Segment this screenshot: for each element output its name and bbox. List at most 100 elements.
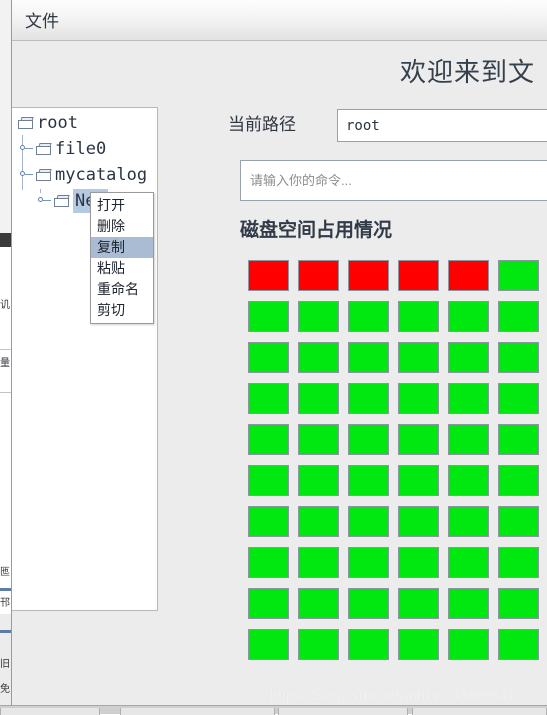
disk-block-free xyxy=(248,629,289,660)
disk-block-free xyxy=(498,260,539,291)
bg-divider-1 xyxy=(0,349,11,350)
disk-block-free xyxy=(448,465,489,496)
bg-blue-bar-2 xyxy=(0,630,11,633)
disk-block-free xyxy=(448,629,489,660)
disk-block-free xyxy=(398,588,439,619)
context-menu-item-rename[interactable]: 重命名 xyxy=(91,279,153,300)
disk-block-free xyxy=(448,301,489,332)
disk-block-free xyxy=(398,301,439,332)
context-menu-item-paste[interactable]: 粘贴 xyxy=(91,258,153,279)
bg-dark-band xyxy=(0,233,11,247)
disk-block-free xyxy=(398,342,439,373)
disk-block-free xyxy=(298,342,339,373)
context-menu-item-copy[interactable]: 复制 xyxy=(91,237,153,258)
disk-block-free xyxy=(348,506,389,537)
disk-block-free xyxy=(348,301,389,332)
menu-bar: 文件 xyxy=(12,0,547,41)
context-menu-item-open[interactable]: 打开 xyxy=(91,195,153,216)
menu-item-file[interactable]: 文件 xyxy=(20,9,64,35)
disk-block-free xyxy=(498,506,539,537)
disk-block-free xyxy=(498,465,539,496)
bg-glyph-e: 旧 xyxy=(0,659,10,670)
disk-block-free xyxy=(348,465,389,496)
disk-block-grid xyxy=(248,260,547,670)
disk-block-free xyxy=(298,629,339,660)
tree-expand-toggle-icon[interactable] xyxy=(18,163,34,187)
disk-block-free xyxy=(248,342,289,373)
disk-block-free xyxy=(398,424,439,455)
disk-block-free xyxy=(348,547,389,578)
disk-block-free xyxy=(398,506,439,537)
folder-icon xyxy=(54,195,71,208)
folder-icon xyxy=(18,117,35,130)
disk-block-used xyxy=(348,260,389,291)
command-input[interactable] xyxy=(240,160,547,201)
desktop-taskbar-strip xyxy=(0,705,547,715)
bg-divider-2 xyxy=(0,392,11,393)
disk-block-free xyxy=(398,547,439,578)
tree-node-root[interactable]: root xyxy=(18,111,78,135)
disk-block-free xyxy=(448,383,489,414)
disk-block-free xyxy=(348,424,389,455)
disk-block-free xyxy=(348,342,389,373)
context-menu-item-delete[interactable]: 删除 xyxy=(91,216,153,237)
tree-node-mycatalog[interactable]: mycatalog xyxy=(20,163,148,187)
disk-block-used xyxy=(398,260,439,291)
disk-block-free xyxy=(498,547,539,578)
disk-block-free xyxy=(498,301,539,332)
folder-icon xyxy=(36,169,53,182)
disk-block-free xyxy=(248,588,289,619)
disk-block-free xyxy=(248,465,289,496)
disk-block-free xyxy=(448,506,489,537)
context-menu[interactable]: 打开 删除 复制 粘贴 重命名 剪切 xyxy=(90,192,154,324)
tree-node-label: file0 xyxy=(55,139,107,159)
disk-block-used xyxy=(298,260,339,291)
disk-block-free xyxy=(248,301,289,332)
disk-block-free xyxy=(248,506,289,537)
tree-expand-toggle-icon[interactable] xyxy=(18,137,34,161)
disk-block-used xyxy=(448,260,489,291)
directory-tree-panel[interactable]: root file0 mycatalog New xyxy=(12,107,158,611)
tree-node-label: mycatalog xyxy=(55,165,148,185)
disk-block-free xyxy=(448,424,489,455)
disk-block-free xyxy=(498,383,539,414)
disk-block-free xyxy=(298,506,339,537)
page-title: 欢迎来到文 xyxy=(400,57,536,87)
disk-block-free xyxy=(298,465,339,496)
disk-block-free xyxy=(498,424,539,455)
disk-block-free xyxy=(398,465,439,496)
disk-block-free xyxy=(448,588,489,619)
disk-block-free xyxy=(348,629,389,660)
current-path-input[interactable] xyxy=(337,109,547,142)
bg-strip-top xyxy=(0,0,11,233)
disk-block-free xyxy=(398,629,439,660)
disk-block-free xyxy=(348,588,389,619)
tree-node-file0[interactable]: file0 xyxy=(20,137,107,161)
disk-block-free xyxy=(248,383,289,414)
disk-block-free xyxy=(448,342,489,373)
watermark-text: https://blog.csdn.net/weixin_43889841 xyxy=(270,687,516,703)
disk-block-free xyxy=(498,342,539,373)
bg-glyph-b: 量 xyxy=(0,358,10,369)
bg-glyph-d: 邗 xyxy=(0,598,10,609)
background-window-sliver: 讥 量 匜 邗 旧 免 xyxy=(0,0,12,714)
disk-block-free xyxy=(298,383,339,414)
disk-block-free xyxy=(298,301,339,332)
disk-block-free xyxy=(298,588,339,619)
disk-block-free xyxy=(248,424,289,455)
context-menu-item-cut[interactable]: 剪切 xyxy=(91,300,153,321)
disk-block-free xyxy=(498,629,539,660)
bg-glyph-c: 匜 xyxy=(0,567,10,578)
disk-block-free xyxy=(298,424,339,455)
bg-glyph-a: 讥 xyxy=(0,300,10,311)
disk-block-free xyxy=(448,547,489,578)
disk-block-free xyxy=(348,383,389,414)
tree-node-label: root xyxy=(37,113,78,133)
bg-blue-bar-1 xyxy=(0,588,11,591)
folder-icon xyxy=(36,143,53,156)
file-manager-window: 文件 欢迎来到文 root file0 mycatalog 打开 删除 复制 粘… xyxy=(12,0,547,714)
current-path-label: 当前路径 xyxy=(228,115,296,134)
disk-block-used xyxy=(248,260,289,291)
disk-usage-heading: 磁盘空间占用情况 xyxy=(240,220,393,241)
tree-expand-toggle-icon[interactable] xyxy=(36,189,52,213)
